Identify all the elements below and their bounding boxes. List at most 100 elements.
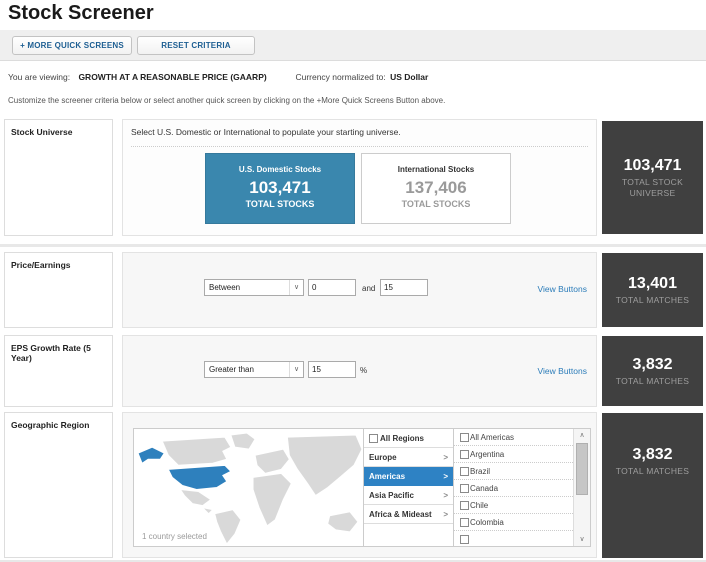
pe-min-input[interactable]: [308, 279, 356, 296]
scroll-up-icon[interactable]: ∧: [574, 429, 590, 442]
card-sublabel: TOTAL STOCKS: [245, 199, 315, 209]
row-label-geographic-region: Geographic Region: [4, 412, 113, 558]
checkbox-icon[interactable]: [460, 500, 469, 510]
eps-operator-select[interactable]: Greater than ∨: [204, 361, 304, 378]
map-south-america: [214, 509, 242, 545]
pe-total-matches-count: 13,401: [628, 274, 677, 292]
card-title: U.S. Domestic Stocks: [238, 165, 322, 174]
international-stocks-card[interactable]: International Stocks 137,406 TOTAL STOCK…: [361, 153, 511, 224]
currency-value: US Dollar: [390, 72, 429, 82]
checkbox-icon[interactable]: [460, 483, 469, 493]
map-asia: [286, 434, 363, 497]
section-divider: [0, 244, 706, 247]
country-label: Argentina: [470, 449, 505, 459]
country-label: All Americas: [470, 432, 515, 442]
region-item-americas[interactable]: Americas >: [364, 467, 453, 486]
total-stock-universe-label: TOTAL STOCK UNIVERSE: [621, 176, 684, 198]
eps-total-matches-label: TOTAL MATCHES: [615, 375, 690, 386]
world-map-image: [137, 432, 363, 545]
chevron-right-icon: >: [443, 471, 448, 481]
country-item-all-americas[interactable]: All Americas: [454, 429, 573, 446]
chevron-down-icon: ∨: [289, 280, 303, 295]
world-map[interactable]: 1 country selected: [134, 429, 364, 546]
region-item-asia-pacific[interactable]: Asia Pacific >: [364, 486, 453, 505]
country-list: All Americas Argentina Brazil Canada Chi…: [454, 429, 590, 546]
geo-total-matches-label: TOTAL MATCHES: [615, 466, 690, 476]
us-domestic-stocks-card[interactable]: U.S. Domestic Stocks 103,471 TOTAL STOCK…: [205, 153, 355, 224]
country-item-argentina[interactable]: Argentina: [454, 446, 573, 463]
map-europe: [254, 448, 290, 474]
stock-universe-panel: Select U.S. Domestic or International to…: [122, 119, 597, 236]
country-label: Chile: [470, 500, 489, 510]
map-caption: 1 country selected: [142, 532, 207, 541]
page-title: Stock Screener: [8, 2, 154, 24]
toolbar: + MORE QUICK SCREENS RESET CRITERIA: [0, 30, 706, 61]
chevron-right-icon: >: [443, 452, 448, 462]
screener-instructions: Customize the screener criteria below or…: [8, 96, 446, 105]
region-item-africa-mideast[interactable]: Africa & Mideast >: [364, 505, 453, 524]
viewing-label: You are viewing:: [8, 72, 71, 82]
map-africa: [252, 472, 292, 527]
map-alaska-selected: [137, 446, 166, 465]
scrollbar-thumb[interactable]: [576, 443, 588, 495]
eps-value-input[interactable]: [308, 361, 356, 378]
country-label: Canada: [470, 483, 499, 493]
country-item-brazil[interactable]: Brazil: [454, 463, 573, 480]
geographic-region-panel: 1 country selected All Regions Europe > …: [122, 412, 597, 558]
map-canada: [161, 436, 232, 466]
map-greenland: [230, 432, 256, 450]
dotted-divider: [131, 146, 588, 147]
region-label: Africa & Mideast: [369, 509, 432, 519]
region-item-europe[interactable]: Europe >: [364, 448, 453, 467]
pe-max-input[interactable]: [380, 279, 428, 296]
map-usa-selected: [167, 464, 232, 491]
map-australia: [327, 511, 359, 533]
country-item-canada[interactable]: Canada: [454, 480, 573, 497]
geographic-selector: 1 country selected All Regions Europe > …: [133, 428, 591, 547]
pe-total-matches-box: 13,401 TOTAL MATCHES: [602, 253, 703, 327]
checkbox-icon[interactable]: [369, 433, 378, 443]
scroll-down-icon[interactable]: ∨: [574, 533, 590, 546]
region-label: Europe: [369, 452, 397, 462]
and-label: and: [362, 284, 376, 293]
pe-operator-select[interactable]: Between ∨: [204, 279, 304, 296]
eps-view-buttons-link[interactable]: View Buttons: [538, 366, 587, 376]
region-label: All Regions: [380, 433, 425, 443]
more-quick-screens-button[interactable]: + MORE QUICK SCREENS: [12, 36, 132, 55]
country-item-chile[interactable]: Chile: [454, 497, 573, 514]
map-mexico: [179, 488, 212, 507]
currency-label: Currency normalized to:: [295, 72, 386, 82]
row-label-stock-universe: Stock Universe: [4, 119, 113, 236]
eps-total-matches-box: 3,832 TOTAL MATCHES: [602, 336, 703, 406]
checkbox-icon[interactable]: [460, 432, 469, 442]
chevron-right-icon: >: [443, 509, 448, 519]
eps-growth-panel: Greater than ∨ % View Buttons: [122, 335, 597, 407]
row-label-price-earnings: Price/Earnings: [4, 252, 113, 328]
row-label-eps-growth: EPS Growth Rate (5 Year): [4, 335, 113, 407]
chevron-right-icon: >: [443, 490, 448, 500]
eps-total-matches-count: 3,832: [632, 355, 673, 373]
total-stock-universe-box: 103,471 TOTAL STOCK UNIVERSE: [602, 121, 703, 234]
map-central-america: [201, 506, 214, 515]
percent-label: %: [360, 366, 368, 375]
country-label: Colombia: [470, 517, 504, 527]
region-list: All Regions Europe > Americas > Asia Pac…: [364, 429, 454, 546]
geo-total-matches-box: 3,832 TOTAL MATCHES: [602, 413, 703, 558]
price-earnings-panel: Between ∨ and View Buttons: [122, 252, 597, 328]
country-list-scrollbar[interactable]: ∧ ∨: [573, 429, 590, 546]
geo-total-matches-count: 3,832: [632, 446, 673, 463]
checkbox-icon[interactable]: [460, 535, 469, 544]
checkbox-icon[interactable]: [460, 449, 469, 459]
checkbox-icon[interactable]: [460, 466, 469, 476]
country-item-partial[interactable]: [454, 531, 573, 546]
card-sublabel: TOTAL STOCKS: [401, 199, 471, 209]
viewing-value: GROWTH AT A REASONABLE PRICE (GAARP): [78, 72, 267, 82]
chevron-down-icon: ∨: [289, 362, 303, 377]
eps-operator-value: Greater than: [209, 365, 254, 374]
card-count: 137,406: [405, 178, 467, 197]
pe-view-buttons-link[interactable]: View Buttons: [538, 284, 587, 294]
region-item-all-regions[interactable]: All Regions: [364, 429, 453, 448]
reset-criteria-button[interactable]: RESET CRITERIA: [137, 36, 255, 55]
country-item-colombia[interactable]: Colombia: [454, 514, 573, 531]
checkbox-icon[interactable]: [460, 517, 469, 527]
